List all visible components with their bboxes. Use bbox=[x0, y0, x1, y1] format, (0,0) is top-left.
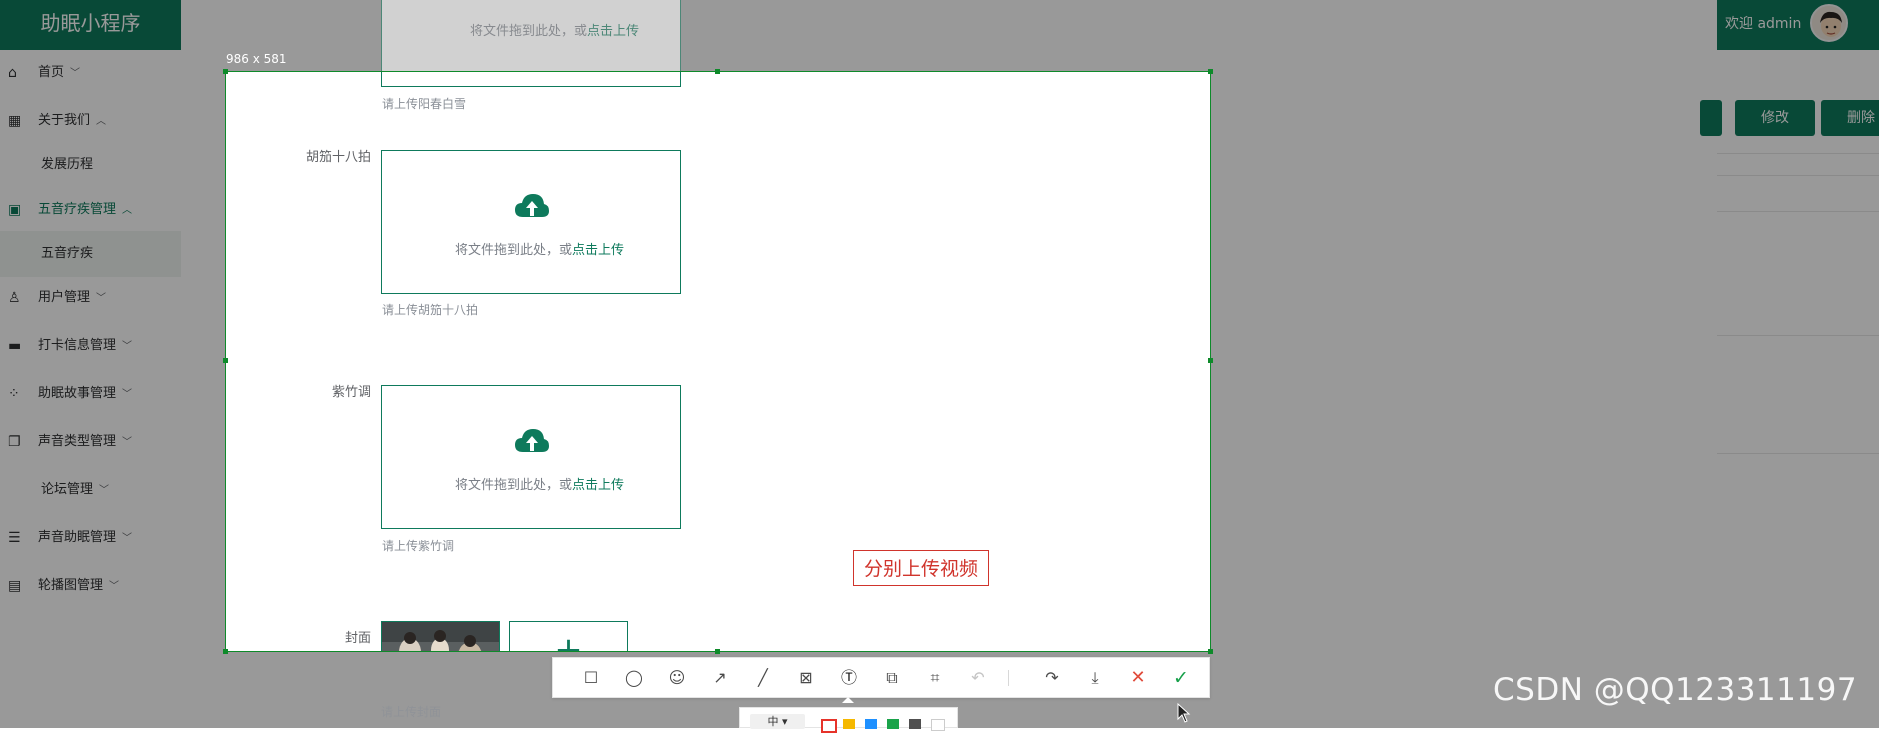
toolbar-separator bbox=[1008, 670, 1009, 686]
capture-selection-border[interactable] bbox=[225, 71, 1211, 652]
resize-handle[interactable] bbox=[223, 69, 228, 74]
cancel-icon[interactable]: ✕ bbox=[1126, 666, 1150, 690]
resize-handle[interactable] bbox=[223, 358, 228, 363]
upload-hint: 将文件拖到此处，或点击上传 bbox=[470, 24, 640, 39]
capture-size-label: 986 x 581 bbox=[226, 52, 287, 66]
dim-overlay bbox=[0, 71, 225, 652]
download-icon[interactable]: ⤓ bbox=[1083, 666, 1107, 690]
color-swatch-white[interactable] bbox=[931, 719, 945, 731]
resize-handle[interactable] bbox=[715, 69, 720, 74]
click-upload-link[interactable]: 点击上传 bbox=[587, 24, 639, 39]
dim-overlay bbox=[1211, 71, 1879, 652]
watermark: CSDN @QQ123311197 bbox=[1493, 672, 1858, 708]
dialog-top-area: 将文件拖到此处，或点击上传 bbox=[181, 0, 1717, 87]
color-swatch-red[interactable] bbox=[821, 719, 837, 733]
text-tool-icon[interactable]: Ⓣ bbox=[837, 666, 861, 690]
sticker-tool-icon[interactable]: ⧉ bbox=[880, 666, 904, 690]
undo-icon[interactable]: ↶ bbox=[966, 666, 990, 690]
share-icon[interactable]: ↷ bbox=[1040, 666, 1064, 690]
screenshot-toolbar: ☐ ◯ ☺ ↗ ╱ ⊠ Ⓣ ⧉ ⌗ ↶ ↷ ⤓ ✕ ✓ bbox=[552, 657, 1210, 698]
resize-handle[interactable] bbox=[1208, 649, 1213, 654]
resize-handle[interactable] bbox=[715, 649, 720, 654]
resize-handle[interactable] bbox=[1208, 358, 1213, 363]
confirm-icon[interactable]: ✓ bbox=[1169, 666, 1193, 690]
arrow-tool-icon[interactable]: ↗ bbox=[708, 666, 732, 690]
mosaic-tool-icon[interactable]: ⊠ bbox=[794, 666, 818, 690]
font-size-dropdown[interactable]: 中 ▾ bbox=[750, 714, 805, 729]
ocr-tool-icon[interactable]: ⌗ bbox=[923, 666, 947, 690]
resize-handle[interactable] bbox=[1208, 69, 1213, 74]
rectangle-tool-icon[interactable]: ☐ bbox=[579, 666, 603, 690]
mouse-cursor-icon bbox=[1177, 703, 1191, 723]
emoji-tool-icon[interactable]: ☺ bbox=[665, 666, 689, 690]
toolbar-pointer bbox=[842, 697, 854, 703]
line-tool-icon[interactable]: ╱ bbox=[751, 666, 775, 690]
ellipse-tool-icon[interactable]: ◯ bbox=[622, 666, 646, 690]
cover-tip: 请上传封面 bbox=[381, 705, 442, 719]
text-style-toolbar: 中 ▾ bbox=[739, 707, 958, 733]
resize-handle[interactable] bbox=[223, 649, 228, 654]
